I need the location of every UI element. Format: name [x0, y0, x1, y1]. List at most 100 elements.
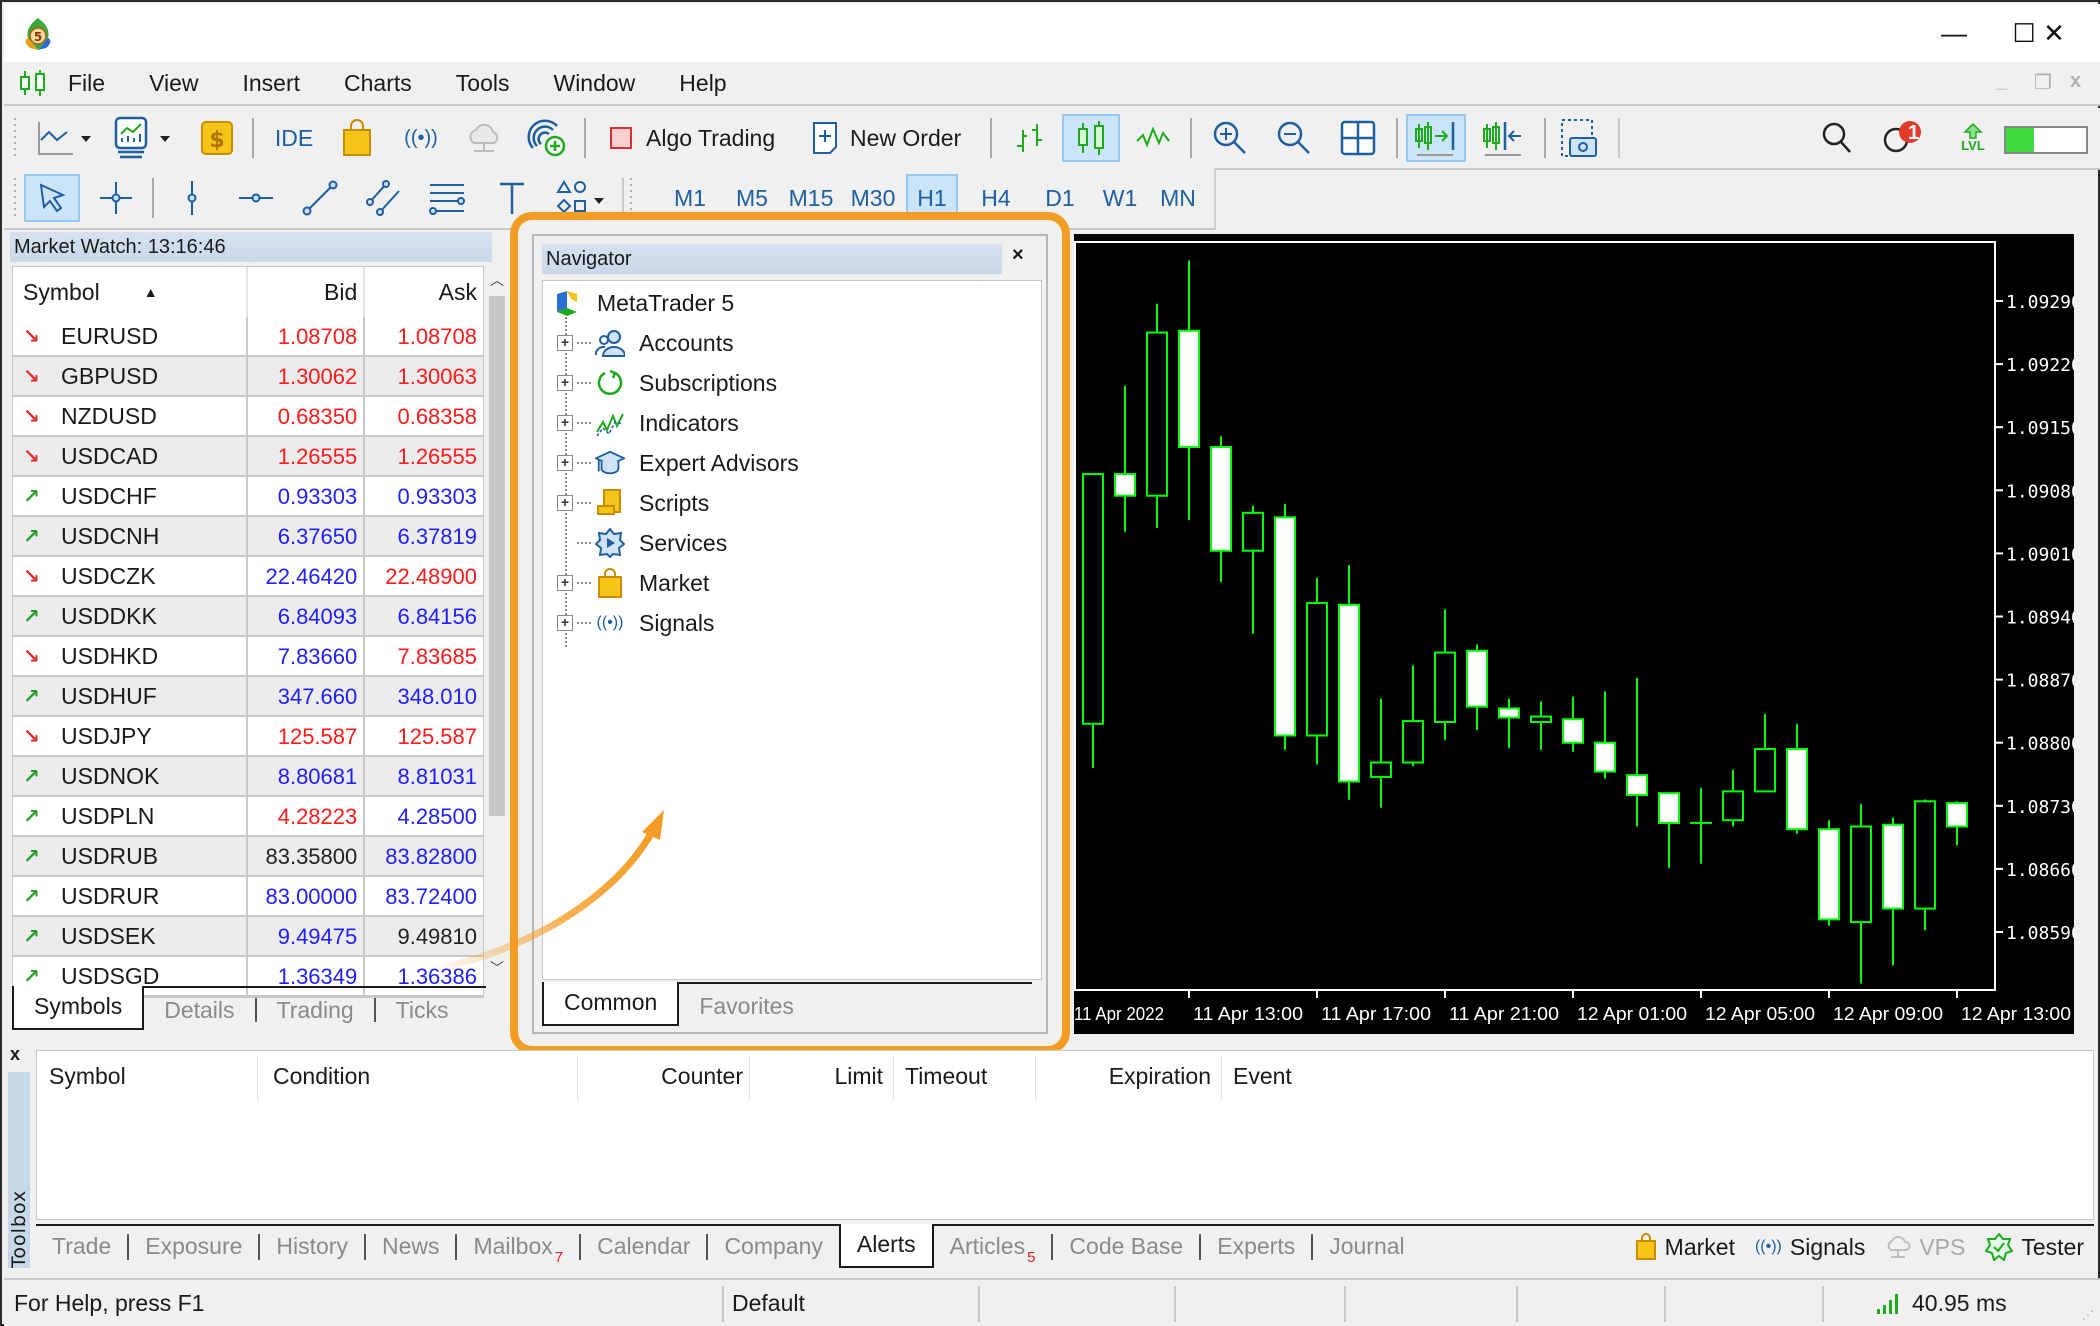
open-account-button[interactable]	[522, 114, 572, 162]
column-separator[interactable]	[257, 1057, 258, 1101]
candlestick-chart-button[interactable]	[1062, 114, 1120, 162]
market-watch-row[interactable]: ↗ USDRUR 83.00000 83.72400	[13, 877, 483, 917]
scroll-down-icon[interactable]: ﹀	[490, 958, 504, 978]
toolbox-market-link[interactable]: Market	[1635, 1233, 1735, 1261]
menu-help[interactable]: Help	[657, 62, 748, 104]
new-chart-button[interactable]	[28, 114, 98, 162]
toolbox-tab-history[interactable]: History	[260, 1226, 364, 1266]
market-watch-row[interactable]: ↗ USDDKK 6.84093 6.84156	[13, 597, 483, 637]
toolbox-signals-link[interactable]: ((•)) Signals	[1755, 1234, 1865, 1261]
column-header-bid[interactable]: Bid	[248, 267, 366, 317]
zoom-in-button[interactable]	[1204, 114, 1256, 162]
status-ping[interactable]: 40.95 ms	[1870, 1280, 2007, 1326]
menu-file[interactable]: File	[50, 62, 127, 104]
market-watch-row[interactable]: ↘ USDCAD 1.26555 1.26555	[13, 437, 483, 477]
market-watch-row[interactable]: ↗ USDPLN 4.28223 4.28500	[13, 797, 483, 837]
market-watch-scroll-thumb[interactable]	[489, 296, 505, 816]
vertical-line-tool-button[interactable]	[164, 174, 220, 222]
search-button[interactable]	[1812, 114, 1862, 162]
notifications-button[interactable]: 1	[1876, 114, 1932, 162]
timeframe-w1[interactable]: W1	[1094, 174, 1146, 222]
menu-window[interactable]: Window	[531, 62, 657, 104]
alerts-column-timeout[interactable]: Timeout	[905, 1051, 1019, 1101]
screenshot-button[interactable]	[1552, 114, 1608, 162]
auto-scroll-button[interactable]	[1406, 114, 1466, 162]
tree-item-market[interactable]: + Market	[557, 563, 709, 603]
price-chart[interactable]: 1.09290 1.09220 1.09150 1.09080 1.09010 1.089…	[1074, 234, 2074, 1034]
expand-icon[interactable]: +	[557, 615, 573, 631]
deposit-button[interactable]: $	[194, 114, 240, 162]
market-watch-scrollbar[interactable]: ︿ ﹀	[486, 266, 508, 986]
tree-item-services[interactable]: Services	[557, 523, 727, 563]
column-separator[interactable]	[1221, 1057, 1222, 1101]
toolbox-tab-trade[interactable]: Trade	[36, 1226, 127, 1266]
toolbox-tab-articles[interactable]: Articles 5	[934, 1226, 1052, 1266]
tab-favorites[interactable]: Favorites	[679, 986, 814, 1026]
column-separator[interactable]	[749, 1057, 750, 1101]
menu-insert[interactable]: Insert	[221, 62, 323, 104]
toolbar-grip[interactable]	[12, 116, 18, 160]
trendline-tool-button[interactable]	[292, 174, 348, 222]
tree-item-expert-advisors[interactable]: + Expert Advisors	[557, 443, 799, 483]
column-header-symbol[interactable]: Symbol ▲	[13, 267, 248, 317]
toolbox-tab-calendar[interactable]: Calendar	[581, 1226, 706, 1266]
market-watch-row[interactable]: ↗ USDRUB 83.35800 83.82800	[13, 837, 483, 877]
expand-icon[interactable]: +	[557, 575, 573, 591]
tab-ticks[interactable]: Ticks	[376, 990, 469, 1030]
toolbox-vps-link[interactable]: VPS	[1885, 1234, 1965, 1261]
market-watch-row[interactable]: ↘ USDHKD 7.83660 7.83685	[13, 637, 483, 677]
tree-item-signals[interactable]: + ((•)) Signals	[557, 603, 714, 643]
close-button[interactable]: ✕	[2019, 10, 2089, 56]
market-button[interactable]	[334, 114, 380, 162]
cursor-tool-button[interactable]	[24, 174, 80, 222]
toolbox-tab-experts[interactable]: Experts	[1201, 1226, 1311, 1266]
chart-shift-button[interactable]	[1474, 114, 1534, 162]
equidistant-channel-tool-button[interactable]	[356, 174, 412, 222]
market-watch-row[interactable]: ↘ NZDUSD 0.68350 0.68358	[13, 397, 483, 437]
tree-root-metatrader5[interactable]: MetaTrader 5	[553, 283, 734, 323]
alerts-column-condition[interactable]: Condition	[273, 1051, 433, 1101]
toolbox-tab-journal[interactable]: Journal	[1313, 1226, 1420, 1266]
market-watch-row[interactable]: ↘ USDCZK 22.46420 22.48900	[13, 557, 483, 597]
crosshair-tool-button[interactable]	[88, 174, 144, 222]
toolbox-tab-mailbox[interactable]: Mailbox 7	[457, 1226, 579, 1266]
tile-windows-button[interactable]	[1332, 114, 1384, 162]
market-watch-row[interactable]: ↗ USDHUF 347.660 348.010	[13, 677, 483, 717]
alerts-column-counter[interactable]: Counter	[449, 1051, 743, 1101]
line-chart-button[interactable]	[1128, 114, 1178, 162]
toolbox-tab-company[interactable]: Company	[708, 1226, 838, 1266]
resize-grip[interactable]: ⋰	[2082, 1308, 2094, 1322]
child-close-button[interactable]: x	[2070, 70, 2081, 93]
fibonacci-tool-button[interactable]	[420, 174, 476, 222]
tab-symbols[interactable]: Symbols	[12, 986, 145, 1030]
algo-trading-button[interactable]: Algo Trading	[600, 114, 786, 162]
market-watch-row[interactable]: ↗ USDNOK 8.80681 8.81031	[13, 757, 483, 797]
candlestick-chart-svg[interactable]: 1.09290 1.09220 1.09150 1.09080 1.09010 1.089…	[1074, 234, 2074, 1034]
market-watch-row[interactable]: ↘ USDJPY 125.587 125.587	[13, 717, 483, 757]
expand-icon[interactable]: +	[557, 415, 573, 431]
toolbox-tab-exposure[interactable]: Exposure	[129, 1226, 258, 1266]
scroll-up-icon[interactable]: ︿	[490, 270, 504, 290]
new-order-button[interactable]: New Order	[804, 114, 986, 162]
child-restore-button[interactable]: ❐	[2034, 70, 2052, 95]
navigator-close-button[interactable]: ×	[1012, 244, 1024, 267]
column-separator[interactable]	[1035, 1057, 1036, 1101]
alerts-column-symbol[interactable]: Symbol	[49, 1051, 253, 1101]
market-watch-row[interactable]: ↗ USDCHF 0.93303 0.93303	[13, 477, 483, 517]
tab-details[interactable]: Details	[144, 990, 254, 1030]
tree-item-subscriptions[interactable]: + Subscriptions	[557, 363, 777, 403]
toolbox-tab-news[interactable]: News	[366, 1226, 456, 1266]
tree-item-scripts[interactable]: + Scripts	[557, 483, 709, 523]
toolbox-close-button[interactable]: x	[10, 1044, 20, 1065]
timeframe-mn[interactable]: MN	[1152, 174, 1204, 222]
tree-item-accounts[interactable]: + Accounts	[557, 323, 734, 363]
menu-charts[interactable]: Charts	[322, 62, 434, 104]
tree-item-indicators[interactable]: + Indicators	[557, 403, 739, 443]
minimize-button[interactable]: —	[1919, 10, 1989, 56]
column-header-ask[interactable]: Ask	[365, 267, 483, 317]
market-watch-row[interactable]: ↗ USDSEK 9.49475 9.49810	[13, 917, 483, 957]
bar-chart-button[interactable]	[1004, 114, 1054, 162]
child-minimize-button[interactable]: _	[1996, 70, 2007, 93]
alerts-column-event[interactable]: Event	[1233, 1051, 1417, 1101]
horizontal-line-tool-button[interactable]	[228, 174, 284, 222]
